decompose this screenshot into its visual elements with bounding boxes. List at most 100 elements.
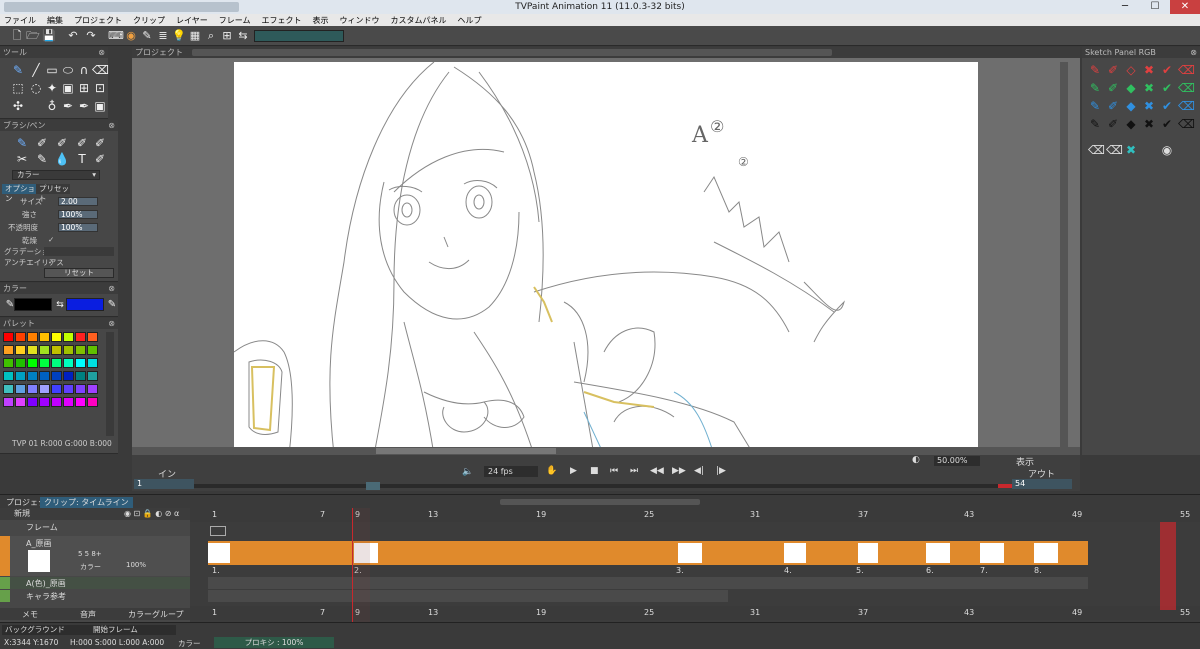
layer-a-opacity[interactable]: 100% [126, 561, 146, 569]
palette-swatch[interactable] [3, 371, 14, 381]
cel-key[interactable] [980, 543, 1004, 563]
color-a-swatch[interactable] [14, 298, 52, 311]
black-pencil-icon[interactable]: ✎ [1088, 117, 1102, 131]
fill-tool-icon[interactable]: ▣ [60, 81, 76, 95]
frame-tool-icon[interactable]: ▣ [92, 99, 108, 113]
frame-slider-thumb[interactable] [366, 482, 380, 490]
zoom-field[interactable]: 50.00% [934, 456, 980, 466]
playhead[interactable] [352, 508, 370, 622]
next-frame-icon[interactable]: ⏭ [630, 466, 638, 476]
in-frame-field[interactable]: 1 [134, 479, 194, 489]
zoom-icon[interactable]: ⌕ [204, 29, 218, 43]
palette-swatch[interactable] [39, 384, 50, 394]
palette-swatch[interactable] [87, 358, 98, 368]
palette-swatch[interactable] [3, 332, 14, 342]
red-pencil-icon[interactable]: ✎ [1088, 63, 1102, 77]
menu-help[interactable]: ヘルプ [458, 15, 482, 26]
frame-layer-cell[interactable] [210, 526, 226, 536]
tab-color-group[interactable]: カラーグループ [128, 609, 184, 620]
save-icon[interactable]: 💾 [42, 29, 56, 43]
antialias-checkbox[interactable]: ✓ [48, 257, 54, 268]
panel-close-icon[interactable]: ⊗ [108, 120, 115, 131]
knife-icon[interactable]: ✎ [34, 152, 50, 166]
palette-swatch[interactable] [27, 332, 38, 342]
canvas-horizontal-scrollbar[interactable] [132, 447, 1080, 455]
palette-swatch[interactable] [3, 384, 14, 394]
layers-icon[interactable]: ≣ [156, 29, 170, 43]
palette-swatch[interactable] [27, 345, 38, 355]
palette-swatch[interactable] [39, 358, 50, 368]
forward-icon[interactable]: ▶▶ [672, 466, 686, 476]
pattern-icon[interactable]: ⊞ [76, 81, 92, 95]
layer-b-row[interactable]: A(色)_原画 [0, 577, 190, 589]
tab-presets[interactable]: プリセット [36, 184, 70, 203]
bezier-tool-icon[interactable]: ∩ [76, 63, 92, 77]
palette-swatch[interactable] [63, 358, 74, 368]
palette-swatch[interactable] [75, 384, 86, 394]
undo-icon[interactable]: ↶ [66, 29, 80, 43]
cross-icon[interactable]: ✖ [1124, 143, 1138, 157]
palette-swatch[interactable] [63, 332, 74, 342]
palette-swatch[interactable] [39, 345, 50, 355]
pan-icon[interactable]: ⊞ [220, 29, 234, 43]
palette-swatch[interactable] [39, 371, 50, 381]
speaker-icon[interactable]: 🔈 [462, 467, 473, 477]
step-back-icon[interactable]: ◀| [694, 466, 704, 476]
palette-swatch[interactable] [87, 384, 98, 394]
tab-options[interactable]: オプション [2, 184, 36, 203]
layer-c-row[interactable]: キャラ参考 [0, 590, 190, 602]
clear-icon[interactable]: ⌫ [1088, 143, 1105, 157]
menu-effect[interactable]: エフェクト [262, 15, 302, 26]
palette-swatch[interactable] [63, 397, 74, 407]
palette-scrollbar[interactable] [106, 332, 114, 436]
palette-swatch[interactable] [51, 358, 62, 368]
panel-close-icon[interactable]: ⊗ [108, 318, 115, 329]
pen-icon[interactable]: ✒ [60, 99, 76, 113]
black-check-icon[interactable]: ✔ [1160, 117, 1174, 131]
color-b-swatch[interactable] [66, 298, 104, 311]
green-check-icon[interactable]: ✔ [1160, 81, 1174, 95]
blue-diamond-icon[interactable]: ◆ [1124, 99, 1138, 113]
project-select[interactable] [254, 30, 344, 42]
canvas-vertical-scrollbar[interactable] [1060, 62, 1068, 455]
palette-swatch[interactable] [27, 371, 38, 381]
palette-swatch[interactable] [15, 345, 26, 355]
eraser-icon[interactable]: ⌫ [1106, 143, 1123, 157]
minimize-button[interactable]: ─ [1110, 0, 1140, 14]
palette-swatch[interactable] [15, 384, 26, 394]
palette-swatch[interactable] [63, 384, 74, 394]
open-file-icon[interactable]: 🗁 [26, 29, 40, 43]
palette-swatch[interactable] [75, 345, 86, 355]
blue-pen-icon[interactable]: ✐ [1106, 99, 1120, 113]
rotate-icon[interactable]: ◐ [912, 455, 920, 465]
cut-selection-icon[interactable]: ⬚ [10, 81, 26, 95]
menu-layer[interactable]: レイヤー [176, 15, 208, 26]
palette-swatch[interactable] [15, 332, 26, 342]
blue-check-icon[interactable]: ✔ [1160, 99, 1174, 113]
blue-eraser-icon[interactable]: ⌫ [1178, 99, 1195, 113]
palette-swatch[interactable] [87, 371, 98, 381]
black-erase-icon[interactable]: ✖ [1142, 117, 1156, 131]
green-diamond-icon[interactable]: ◆ [1124, 81, 1138, 95]
fps-select[interactable]: 24 fps [484, 466, 538, 477]
new-file-icon[interactable]: 🗋 [10, 29, 24, 43]
drawing-canvas[interactable]: A ② ② [234, 62, 978, 455]
palette-swatch[interactable] [75, 397, 86, 407]
palette-swatch[interactable] [51, 332, 62, 342]
red-diamond-icon[interactable]: ◇ [1124, 63, 1138, 77]
cel-key[interactable] [858, 543, 878, 563]
green-pencil-icon[interactable]: ✎ [1088, 81, 1102, 95]
dry-checkbox[interactable]: ✓ [48, 235, 54, 246]
cel-key[interactable] [208, 543, 230, 563]
move-tool-icon[interactable]: ✣ [10, 99, 26, 113]
new-layer-button[interactable]: 新規 [14, 509, 30, 518]
menu-file[interactable]: ファイル [4, 15, 36, 26]
palette-swatch[interactable] [39, 332, 50, 342]
frame-ruler[interactable]: 1 7 9 13 19 25 31 37 43 49 55 [190, 508, 1200, 522]
palette-swatch[interactable] [27, 384, 38, 394]
redo-icon[interactable]: ↷ [84, 29, 98, 43]
frame-ruler-bottom[interactable]: 1 7 9 13 19 25 31 37 43 49 55 [190, 606, 1200, 620]
palette-swatch[interactable] [51, 384, 62, 394]
start-frame-select[interactable]: 開始フレーム [90, 625, 176, 635]
brush-library-icon[interactable]: ✎ [140, 29, 154, 43]
